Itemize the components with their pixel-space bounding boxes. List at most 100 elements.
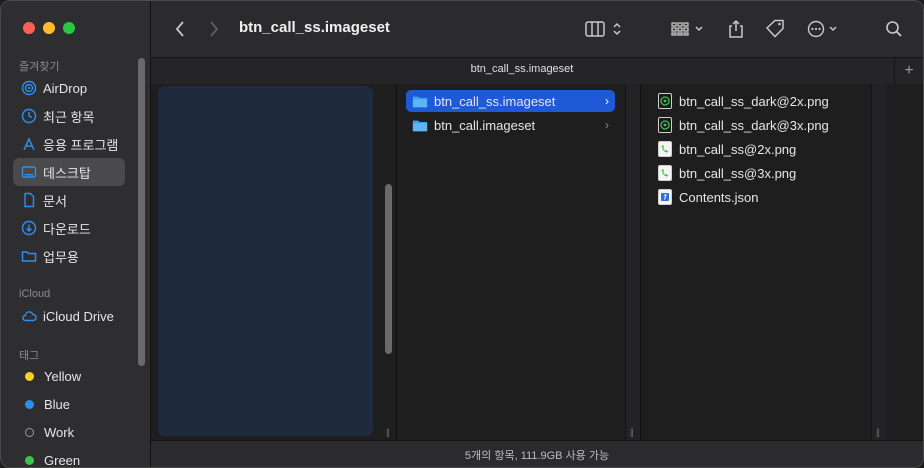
sidebar-item-applications[interactable]: 응용 프로그램	[13, 130, 125, 158]
png-dark-phone-icon	[657, 117, 673, 133]
folder-icon	[412, 93, 428, 109]
sidebar-item-label: iCloud Drive	[43, 308, 114, 324]
list-item-label: btn_call.imageset	[434, 117, 536, 133]
folder-icon	[21, 248, 37, 264]
sidebar-item-recents[interactable]: 최근 항목	[13, 102, 125, 130]
minimize-window-button[interactable]	[43, 22, 55, 34]
list-item-file[interactable]: btn_call_ss_dark@2x.png	[653, 90, 863, 112]
sidebar-item-downloads[interactable]: 다운로드	[13, 214, 125, 242]
sidebar-tag-green[interactable]: Green	[13, 446, 125, 468]
sidebar-item-label: 데스크탑	[43, 165, 91, 181]
list-item-label: Contents.json	[679, 189, 759, 205]
sidebar-tag-yellow[interactable]: Yellow	[13, 362, 125, 390]
chevron-right-icon: ›	[605, 118, 609, 132]
sidebar-item-label: 최근 항목	[43, 109, 95, 125]
tag-button[interactable]	[763, 15, 787, 43]
column-1-scrollbar[interactable]	[385, 184, 392, 354]
status-text: 5개의 항목, 111.9GB 사용 가능	[464, 450, 610, 462]
sidebar: 즐겨찾기 AirDrop 최근 항목 응용 프로그램 데스크탑 문서 다운로드 …	[1, 1, 151, 467]
column-resize-handle[interactable]: ||	[386, 427, 390, 437]
sidebar-item-label: 업무용	[43, 249, 79, 265]
list-item-btn-call-imageset[interactable]: btn_call.imageset ›	[406, 114, 615, 136]
applications-icon	[21, 136, 37, 152]
chevron-right-icon	[210, 21, 219, 37]
sidebar-item-desktop[interactable]: 데스크탑	[13, 158, 125, 186]
column-2-scroll-track[interactable]	[625, 84, 640, 440]
action-menu-button[interactable]	[805, 15, 843, 43]
green-tag-dot-icon	[25, 455, 34, 465]
list-item-label: btn_call_ss@2x.png	[679, 141, 797, 157]
view-mode-button[interactable]	[583, 15, 625, 43]
sidebar-item-work-folder[interactable]: 업무용	[13, 242, 125, 270]
column-1-empty-area	[158, 86, 373, 436]
sidebar-item-airdrop[interactable]: AirDrop	[13, 74, 125, 102]
chevron-left-icon	[175, 21, 184, 37]
list-item-btn-call-ss-imageset[interactable]: btn_call_ss.imageset ›	[406, 90, 615, 112]
airdrop-icon	[21, 80, 37, 96]
tags-header: 태그	[19, 350, 40, 362]
sidebar-item-label: Blue	[44, 396, 71, 412]
window-title: btn_call_ss.imageset	[239, 19, 390, 36]
list-item-file[interactable]: Contents.json	[653, 186, 863, 208]
column-resize-handle[interactable]: ||	[876, 427, 880, 437]
close-window-button[interactable]	[23, 22, 35, 34]
sidebar-item-label: Work	[44, 424, 75, 440]
json-file-icon	[657, 189, 673, 205]
document-icon	[21, 192, 37, 208]
icloud-header: iCloud	[19, 288, 51, 300]
tab-bar: btn_call_ss.imageset +	[151, 57, 923, 85]
sidebar-item-label: 문서	[43, 193, 67, 209]
list-item-label: btn_call_ss.imageset	[434, 93, 556, 109]
status-bar: 5개의 항목, 111.9GB 사용 가능	[151, 440, 923, 467]
download-icon	[21, 220, 37, 236]
yellow-tag-dot-icon	[25, 371, 34, 381]
share-button[interactable]	[725, 15, 747, 43]
sidebar-item-label: AirDrop	[43, 80, 88, 96]
tab-active[interactable]: btn_call_ss.imageset	[151, 63, 893, 75]
column-resize-handle[interactable]: ||	[630, 427, 634, 437]
sidebar-tag-work[interactable]: Work	[13, 418, 125, 446]
share-icon	[729, 19, 743, 38]
png-light-phone-icon	[657, 165, 673, 181]
column-3-scroll-track[interactable]	[871, 84, 886, 440]
group-button[interactable]	[669, 15, 707, 43]
sidebar-item-icloud-drive[interactable]: iCloud Drive	[13, 302, 125, 330]
back-button[interactable]	[169, 15, 191, 43]
list-item-file[interactable]: btn_call_ss@2x.png	[653, 138, 863, 160]
list-item-label: btn_call_ss_dark@3x.png	[679, 117, 829, 133]
favorites-header: 즐겨찾기	[19, 61, 60, 73]
forward-button[interactable]	[203, 15, 225, 43]
column-3: btn_call_ss_dark@2x.png btn_call_ss_dark…	[641, 84, 923, 440]
sidebar-scrollbar[interactable]	[138, 58, 145, 366]
list-item-label: btn_call_ss@3x.png	[679, 165, 797, 181]
sidebar-item-label: Yellow	[44, 368, 82, 384]
finder-window: 즐겨찾기 AirDrop 최근 항목 응용 프로그램 데스크탑 문서 다운로드 …	[0, 0, 924, 468]
sidebar-item-documents[interactable]: 문서	[13, 186, 125, 214]
list-item-file[interactable]: btn_call_ss_dark@3x.png	[653, 114, 863, 136]
new-tab-button[interactable]: +	[894, 58, 923, 84]
list-item-file[interactable]: btn_call_ss@3x.png	[653, 162, 863, 184]
sidebar-item-label: 응용 프로그램	[43, 137, 119, 153]
chevron-right-icon: ›	[605, 94, 609, 108]
png-light-phone-icon	[657, 141, 673, 157]
png-dark-phone-icon	[657, 93, 673, 109]
column-2: btn_call_ss.imageset › btn_call.imageset…	[397, 84, 640, 440]
work-tag-dot-icon	[25, 427, 34, 437]
sidebar-item-label: 다운로드	[43, 221, 91, 237]
tag-icon	[765, 19, 784, 38]
cloud-icon	[21, 308, 37, 324]
recents-clock-icon	[21, 108, 37, 124]
list-item-label: btn_call_ss_dark@2x.png	[679, 93, 829, 109]
sidebar-item-label: Green	[44, 452, 81, 468]
search-button[interactable]	[883, 15, 905, 43]
search-icon	[886, 21, 902, 37]
column-1: ||	[151, 84, 396, 440]
blue-tag-dot-icon	[25, 399, 34, 409]
grid-icon	[671, 22, 703, 36]
toolbar: btn_call_ss.imageset	[151, 1, 923, 57]
sidebar-tag-blue[interactable]: Blue	[13, 390, 125, 418]
desktop-icon	[21, 164, 37, 180]
columns-view-icon	[585, 21, 621, 37]
folder-icon	[412, 117, 428, 133]
zoom-window-button[interactable]	[63, 22, 75, 34]
